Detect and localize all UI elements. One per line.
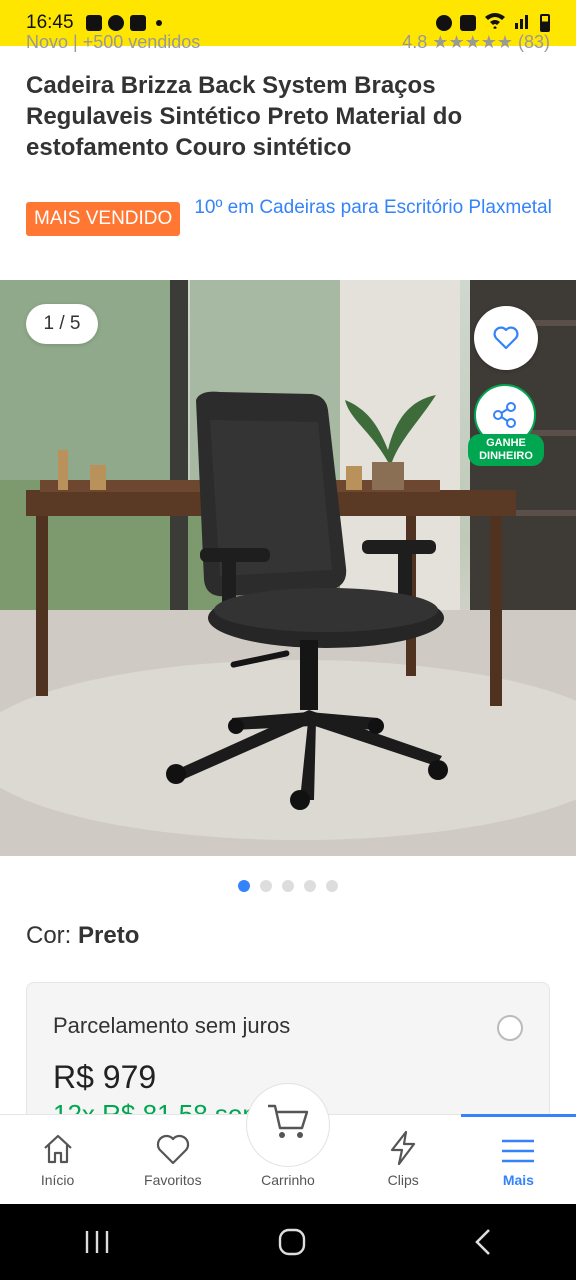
notification-icons [85,15,162,31]
system-navigation-bar [0,1204,576,1280]
app-notification-icon [85,15,102,31]
soccer-icon [107,15,124,31]
heart-icon [493,326,519,350]
more-notifications-icon [155,20,162,26]
cart-button[interactable] [246,1083,330,1167]
pagination-dot[interactable] [238,880,250,892]
home-icon [43,1134,72,1164]
color-label: Cor: [26,922,79,949]
product-title: Cadeira Brizza Back System Braços Regula… [26,72,463,161]
tab-label: Favoritos [144,1172,202,1188]
menu-icon [502,1139,535,1163]
favorite-button[interactable] [474,306,538,370]
condition-sold-text: Novo | +500 vendidos [26,32,201,52]
image-counter: 1 / 5 [26,304,98,344]
tab-label: Início [40,1172,75,1188]
tab-carrinho[interactable]: Carrinho [230,1083,345,1204]
badge-row: MAIS VENDIDO 10º em Cadeiras para Escrit… [26,194,552,236]
share-icon [493,402,516,428]
mute-icon [460,15,476,31]
condition-rating-row: Novo | +500 vendidos 4.8 ★★★★★ (83) [26,30,550,52]
gallery-icon [129,15,146,31]
office-chair-image [0,280,576,856]
tab-favoritos[interactable]: Favoritos [115,1115,230,1204]
product-image-gallery[interactable]: 1 / 5 GANHE DINHEIRO [0,280,576,856]
cart-icon [268,1104,309,1138]
color-variant: Cor: Preto [26,922,139,950]
home-button-icon[interactable] [277,1227,307,1257]
earn-money-badge[interactable]: GANHE DINHEIRO [468,434,544,466]
pagination-dot[interactable] [282,880,294,892]
installment-option-label: Parcelamento sem juros [53,1013,291,1038]
tab-mais[interactable]: Mais [460,1114,576,1204]
tab-label: Clips [387,1172,419,1188]
gallery-pagination [0,880,576,892]
bottom-tab-bar: Início Favoritos Carrinho Clips Mais [0,1083,576,1204]
recent-apps-icon[interactable] [82,1229,112,1255]
tab-inicio[interactable]: Início [0,1115,115,1204]
pagination-dot[interactable] [326,880,338,892]
tab-clips[interactable]: Clips [346,1115,461,1204]
back-icon[interactable] [472,1227,494,1257]
product-price: R$ 979 [53,1059,157,1095]
category-ranking-link[interactable]: 10º em Cadeiras para Escritório Plaxmeta… [194,194,552,222]
installment-radio[interactable] [497,1015,523,1041]
tab-label: Mais [502,1172,534,1188]
pagination-dot[interactable] [304,880,316,892]
alarm-icon [436,15,452,31]
pagination-dot[interactable] [260,880,272,892]
lightning-icon [391,1130,416,1166]
best-seller-badge: MAIS VENDIDO [26,202,181,236]
rating-text[interactable]: 4.8 ★★★★★ (83) [402,32,550,52]
color-value: Preto [78,922,140,949]
heart-icon [156,1134,189,1165]
tab-label: Carrinho [261,1172,315,1188]
